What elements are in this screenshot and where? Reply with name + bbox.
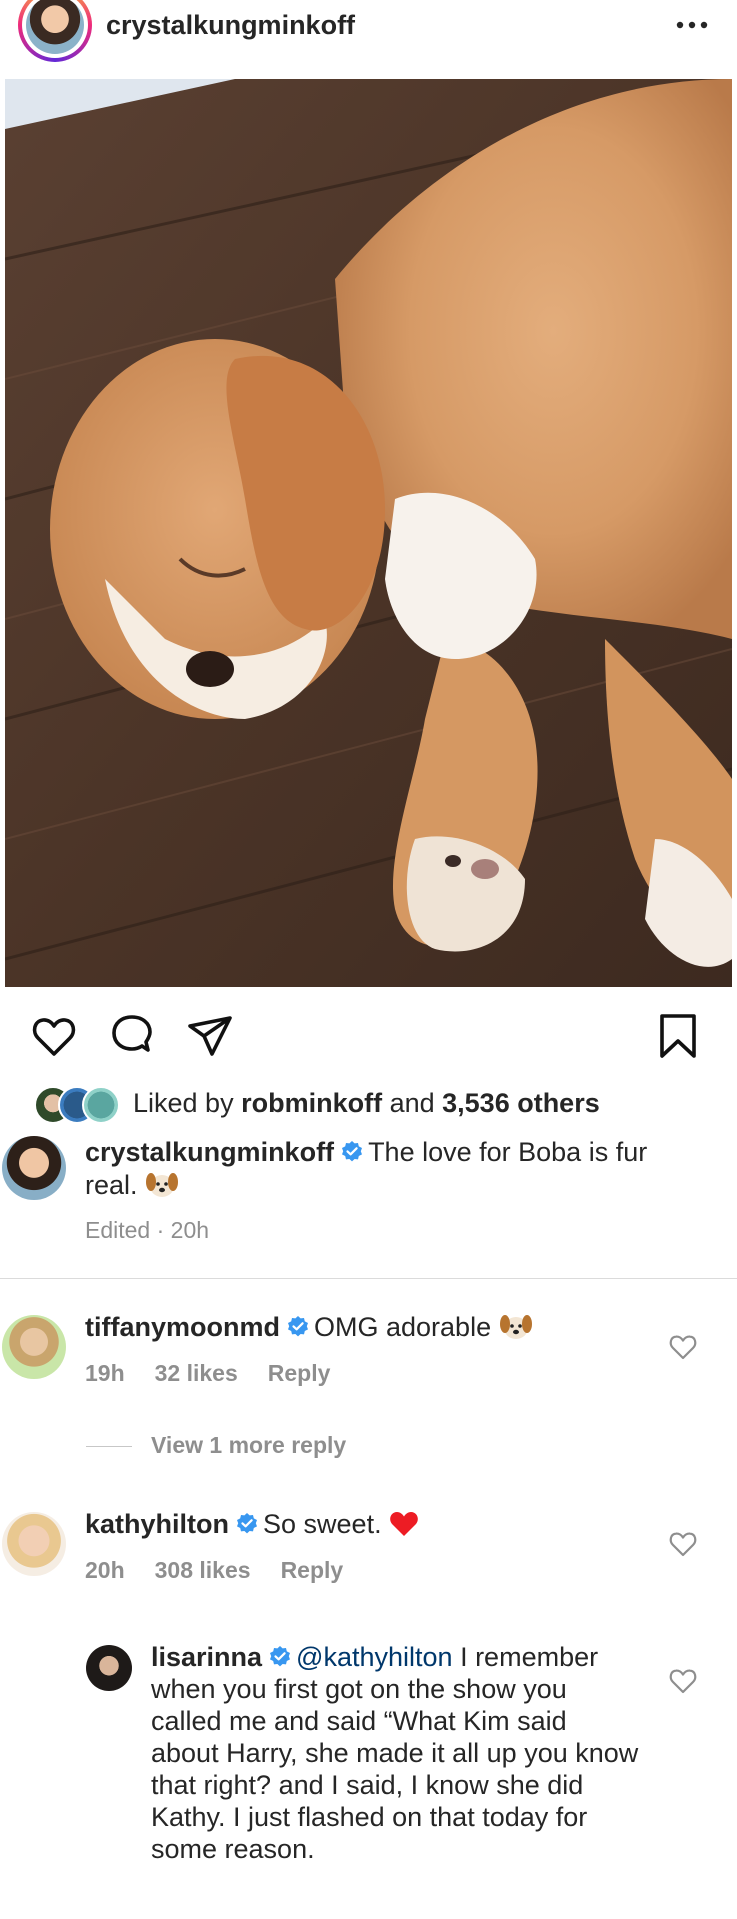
caption-username[interactable]: crystalkungminkoff	[85, 1137, 334, 1167]
profile-avatar[interactable]	[18, 0, 92, 62]
view-more-line	[86, 1446, 132, 1447]
comment-meta: 19h 32 likes Reply	[85, 1360, 360, 1387]
reply-button[interactable]: Reply	[268, 1360, 331, 1386]
post-image[interactable]	[5, 79, 732, 987]
bookmark-icon[interactable]	[654, 1012, 702, 1060]
comment-text: OMG adorable	[314, 1312, 492, 1342]
comment-time: 20h	[85, 1557, 125, 1583]
comment-heart-icon[interactable]	[668, 1529, 698, 1559]
comment-avatar-lisarinna[interactable]	[86, 1645, 132, 1691]
likes-prefix: Liked by	[133, 1088, 242, 1118]
comment-username[interactable]: tiffanymoonmd	[85, 1312, 280, 1342]
verified-badge-icon	[270, 1646, 291, 1667]
comment-likes[interactable]: 32 likes	[155, 1360, 238, 1386]
verified-badge-icon	[342, 1141, 363, 1162]
heart-icon[interactable]	[30, 1012, 78, 1060]
caption-meta: Edited · 20h	[85, 1217, 210, 1243]
comment-username[interactable]: kathyhilton	[85, 1509, 229, 1539]
verified-badge-icon	[237, 1513, 258, 1534]
send-icon[interactable]	[186, 1012, 234, 1060]
mention-link[interactable]: @kathyhilton	[296, 1642, 453, 1672]
likes-middle: and	[382, 1088, 443, 1118]
comment-kathyhilton: kathyhilton So sweet.	[85, 1508, 419, 1540]
comment-text: I remember when you first got on the sho…	[151, 1642, 639, 1864]
likes-summary[interactable]: Liked by robminkoff and 3,536 others	[133, 1088, 600, 1119]
comment-lisarinna: lisarinna @kathyhilton I remember when yo…	[151, 1641, 641, 1865]
comment-text: So sweet.	[263, 1509, 382, 1539]
caption-divider	[0, 1278, 737, 1279]
comment-icon[interactable]	[108, 1012, 156, 1060]
comment-username[interactable]: lisarinna	[151, 1642, 262, 1672]
likes-user[interactable]: robminkoff	[241, 1088, 382, 1118]
puppy-photo	[5, 79, 732, 987]
red-heart-emoji-icon	[390, 1512, 418, 1536]
caption: crystalkungminkoff The love for Boba is f…	[85, 1136, 705, 1247]
comment-meta: 20h 308 likes Reply	[85, 1557, 373, 1584]
view-more-replies[interactable]: View 1 more reply	[151, 1432, 346, 1459]
reply-button[interactable]: Reply	[281, 1557, 344, 1583]
comment-time: 19h	[85, 1360, 125, 1386]
comment-heart-icon[interactable]	[668, 1666, 698, 1696]
dog-face-icon	[146, 1173, 179, 1197]
comment-avatar-tiffanymoonmd[interactable]	[2, 1315, 66, 1379]
post-header: crystalkungminkoff	[0, 0, 737, 64]
verified-badge-icon	[288, 1316, 308, 1337]
comment-tiffanymoonmd: tiffanymoonmd OMG adorable	[85, 1311, 533, 1343]
comment-heart-icon[interactable]	[668, 1332, 698, 1362]
caption-avatar[interactable]	[2, 1136, 66, 1200]
liked-avatar-3	[82, 1086, 120, 1124]
more-horizontal-icon[interactable]	[672, 10, 712, 40]
likes-others[interactable]: 3,536 others	[442, 1088, 600, 1118]
comment-likes[interactable]: 308 likes	[155, 1557, 251, 1583]
dog-face-icon	[499, 1315, 532, 1339]
post-username[interactable]: crystalkungminkoff	[106, 10, 355, 41]
comment-avatar-kathyhilton[interactable]	[2, 1512, 66, 1576]
